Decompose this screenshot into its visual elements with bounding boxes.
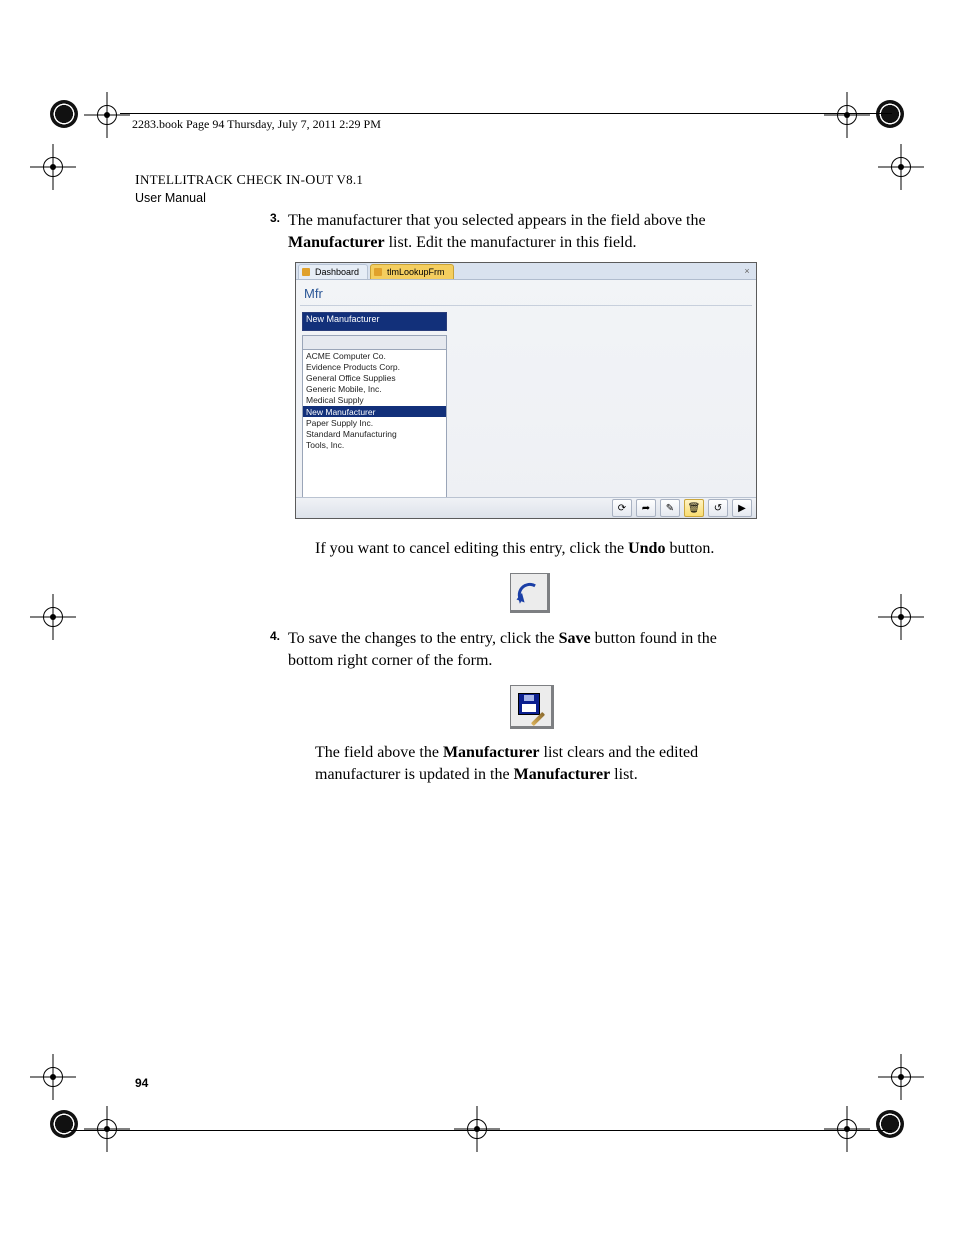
step-4-bold: Save xyxy=(559,630,591,647)
tab-close-button[interactable]: × xyxy=(742,266,752,276)
doc-title: IIntelliTrack Check In-Out v8.1NTELLITRA… xyxy=(135,172,363,189)
list-item[interactable]: Generic Mobile, Inc. xyxy=(303,384,446,395)
final-t1: The field above the xyxy=(315,744,443,761)
list-item[interactable]: ACME Computer Co. xyxy=(303,350,446,361)
form-toolbar: ⟳ ➦ ✎ 🗑 ↺ ▶ xyxy=(296,497,756,518)
list-item[interactable]: Evidence Products Corp. xyxy=(303,361,446,372)
reg-mark-l-cross xyxy=(36,150,70,184)
toolbar-button-2[interactable]: ➦ xyxy=(636,499,656,517)
reg-mark-tl-cross xyxy=(90,98,124,132)
list-item[interactable]: General Office Supplies xyxy=(303,372,446,383)
toolbar-button-3[interactable]: ✎ xyxy=(660,499,680,517)
list-item-selected[interactable]: New Manufacturer xyxy=(303,406,446,417)
tab-lookup-label: tlmLookupFrm xyxy=(387,267,445,277)
reg-mark-bl2-cross xyxy=(36,1060,70,1094)
step-3: 3. The manufacturer that you selected ap… xyxy=(288,210,764,253)
embedded-screenshot: Dashboard tlmLookupFrm × Mfr New Manufac… xyxy=(295,262,757,519)
reg-mark-br-cross xyxy=(830,1112,864,1146)
form-heading: Mfr xyxy=(296,280,756,303)
doc-header: IIntelliTrack Check In-Out v8.1NTELLITRA… xyxy=(135,172,363,205)
step-4: 4. To save the changes to the entry, cli… xyxy=(288,628,764,671)
reg-mark-br2-cross xyxy=(884,1060,918,1094)
tab-lookup-form[interactable]: tlmLookupFrm xyxy=(370,264,454,279)
page-number: 94 xyxy=(135,1076,148,1090)
doc-subtitle: User Manual xyxy=(135,191,363,205)
undo-para-text-a: If you want to cancel editing this entry… xyxy=(315,540,628,557)
footer-rule xyxy=(62,1130,892,1131)
reg-mark-r-cross xyxy=(884,150,918,184)
undo-para-text-b: button. xyxy=(665,540,714,557)
final-b2: Manufacturer xyxy=(514,766,611,783)
save-icon xyxy=(510,685,554,729)
manufacturer-list[interactable]: ACME Computer Co. Evidence Products Corp… xyxy=(302,350,447,511)
reg-mark-tr-cross xyxy=(830,98,864,132)
list-header-cell[interactable] xyxy=(302,335,447,350)
toolbar-undo-button[interactable]: ↺ xyxy=(708,499,728,517)
tab-bar: Dashboard tlmLookupFrm × xyxy=(296,263,756,280)
running-header: 2283.book Page 94 Thursday, July 7, 2011… xyxy=(132,117,381,132)
final-b1: Manufacturer xyxy=(443,744,540,761)
reg-mark-bl-dot xyxy=(50,1110,78,1138)
toolbar-button-1[interactable]: ⟳ xyxy=(612,499,632,517)
reg-mark-bl-cross xyxy=(90,1112,124,1146)
step-3-text-b: list. Edit the manufacturer in this fiel… xyxy=(385,234,637,251)
undo-icon xyxy=(510,573,550,613)
list-item[interactable]: Standard Manufacturing xyxy=(303,428,446,439)
toolbar-next-button[interactable]: ▶ xyxy=(732,499,752,517)
toolbar-delete-button[interactable]: 🗑 xyxy=(684,499,704,517)
reg-mark-tr-dot xyxy=(876,100,904,128)
tab-dashboard-icon xyxy=(302,268,310,276)
tab-lookup-icon xyxy=(374,268,382,276)
header-rule xyxy=(120,113,892,114)
step-4-text-a: To save the changes to the entry, click … xyxy=(288,630,559,647)
final-t3: list. xyxy=(610,766,638,783)
step-number: 4. xyxy=(270,628,280,644)
step-number: 3. xyxy=(270,210,280,226)
undo-para-bold: Undo xyxy=(628,540,665,557)
tab-dashboard[interactable]: Dashboard xyxy=(298,264,368,279)
form-divider xyxy=(300,305,752,306)
final-paragraph: The field above the Manufacturer list cl… xyxy=(315,742,764,785)
list-item[interactable]: Paper Supply Inc. xyxy=(303,417,446,428)
manufacturer-edit-field[interactable]: New Manufacturer xyxy=(302,312,447,331)
list-item[interactable]: Tools, Inc. xyxy=(303,440,446,451)
step-3-bold: Manufacturer xyxy=(288,234,385,251)
reg-mark-mr-cross xyxy=(884,600,918,634)
tab-dashboard-label: Dashboard xyxy=(315,267,359,277)
reg-mark-br-dot xyxy=(876,1110,904,1138)
reg-mark-tl-dot xyxy=(50,100,78,128)
list-item[interactable]: Medical Supply xyxy=(303,395,446,406)
step-3-text-a: The manufacturer that you selected appea… xyxy=(288,212,706,229)
undo-paragraph: If you want to cancel editing this entry… xyxy=(315,538,764,560)
reg-mark-ml-cross xyxy=(36,600,70,634)
reg-mark-bc-cross xyxy=(460,1112,494,1146)
